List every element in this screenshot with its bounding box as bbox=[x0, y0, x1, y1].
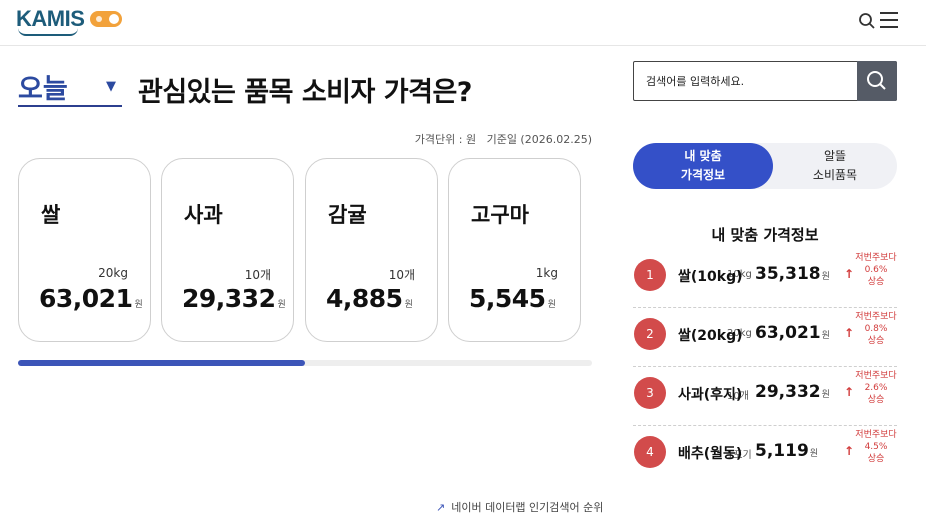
rank-badge: 3 bbox=[634, 377, 666, 409]
card-unit: 1kg bbox=[535, 266, 558, 280]
toggle-knob bbox=[109, 14, 119, 24]
rank-badge: 2 bbox=[634, 318, 666, 350]
card-unit: 10개 bbox=[388, 268, 415, 282]
list-item[interactable]: 4 1포기 배추(월동) 5,119원 ↑ 저번주보다 4.5% 상승 bbox=[633, 427, 897, 485]
price-info-tabs: 알뜰 소비품목 내 맞춤 가격정보 bbox=[633, 143, 897, 189]
card-item-name: 사과 bbox=[184, 203, 223, 227]
rank-price: 29,332원 bbox=[755, 382, 830, 402]
toggle-dot bbox=[96, 16, 102, 22]
carousel-progress-fill bbox=[18, 360, 305, 366]
search-icon[interactable] bbox=[858, 12, 876, 30]
base-date: 기준일 (2026.02.25) bbox=[486, 133, 592, 146]
card-item-name: 쌀 bbox=[41, 203, 61, 227]
search-box bbox=[633, 61, 897, 101]
period-select[interactable]: 오늘 ▼ bbox=[18, 67, 122, 107]
rank-change: 저번주보다 4.5% 상승 bbox=[855, 430, 897, 464]
rank-change: 저번주보다 0.8% 상승 bbox=[855, 312, 897, 346]
rank-change: 저번주보다 0.6% 상승 bbox=[855, 253, 897, 287]
chevron-down-icon: ▼ bbox=[106, 79, 116, 94]
rank-price: 63,021원 bbox=[755, 323, 830, 343]
tab-my-price-info[interactable]: 내 맞춤 가격정보 bbox=[633, 143, 773, 189]
list-item[interactable]: 3 10개 사과(후지) 29,332원 ↑ 저번주보다 2.6% 상승 bbox=[633, 368, 897, 426]
site-header: KAMIS bbox=[0, 0, 926, 46]
rank-price: 5,119원 bbox=[755, 441, 819, 461]
trend-ranking-link[interactable]: ↗ 네이버 데이터랩 인기검색어 순위 bbox=[436, 499, 603, 515]
rank-item-name: 쌀(20kg) bbox=[678, 328, 743, 344]
price-card[interactable]: 고구마 1kg 5,545 원 bbox=[448, 158, 581, 342]
rank-price: 35,318원 bbox=[755, 264, 830, 284]
rank-change: 저번주보다 2.6% 상승 bbox=[855, 371, 897, 405]
carousel-progress[interactable] bbox=[18, 360, 592, 366]
list-item[interactable]: 1 10kg 쌀(10kg) 35,318원 ↑ 저번주보다 0.6% 상승 bbox=[633, 250, 897, 308]
panel-title: 내 맞춤 가격정보 bbox=[711, 226, 819, 244]
card-unit: 20kg bbox=[98, 266, 128, 280]
list-item[interactable]: 2 20kg 쌀(20kg) 63,021원 ↑ 저번주보다 0.8% 상승 bbox=[633, 309, 897, 367]
mode-toggle[interactable] bbox=[90, 11, 122, 27]
search-input[interactable] bbox=[634, 62, 858, 100]
card-unit: 10개 bbox=[244, 268, 271, 282]
rank-badge: 4 bbox=[634, 436, 666, 468]
logo-swoosh bbox=[18, 28, 78, 36]
rank-item-name: 쌀(10kg) bbox=[678, 269, 743, 285]
card-price: 29,332 원 bbox=[182, 284, 286, 313]
card-item-name: 고구마 bbox=[471, 203, 529, 227]
card-price: 4,885 원 bbox=[326, 284, 413, 313]
search-icon bbox=[867, 71, 886, 90]
tab-savings-items[interactable]: 알뜰 소비품목 bbox=[757, 143, 897, 189]
price-card[interactable]: 사과 10개 29,332 원 bbox=[161, 158, 294, 342]
rank-badge: 1 bbox=[634, 259, 666, 291]
rank-item-name: 사과(후지) bbox=[678, 387, 743, 403]
card-item-name: 감귤 bbox=[328, 203, 367, 227]
period-selected-value: 오늘 bbox=[18, 74, 68, 105]
price-unit-note: 가격단위 : 원 기준일 (2026.02.25) bbox=[360, 131, 592, 147]
card-price: 5,545 원 bbox=[469, 284, 556, 313]
menu-icon[interactable] bbox=[880, 12, 898, 28]
unit-note: 가격단위 : 원 bbox=[414, 133, 477, 146]
page-title: 관심있는 품목 소비자 가격은? bbox=[138, 77, 472, 108]
price-card[interactable]: 감귤 10개 4,885 원 bbox=[305, 158, 438, 342]
card-price: 63,021 원 bbox=[39, 284, 143, 313]
search-button[interactable] bbox=[857, 61, 897, 101]
trend-up-icon: ↗ bbox=[436, 501, 446, 514]
price-card[interactable]: 쌀 20kg 63,021 원 bbox=[18, 158, 151, 342]
rank-item-name: 배추(월동) bbox=[678, 446, 743, 462]
